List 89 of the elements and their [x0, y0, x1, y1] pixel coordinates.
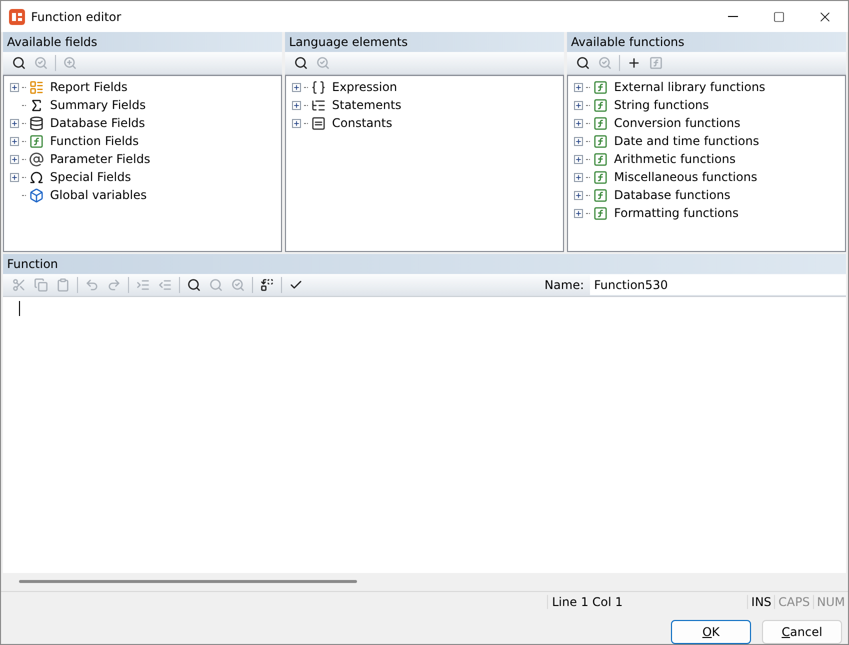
key-indicator: INS	[747, 595, 774, 609]
function-icon	[649, 56, 663, 70]
expand-icon[interactable]	[574, 82, 583, 92]
window-title: Function editor	[31, 10, 122, 24]
braces-icon	[311, 80, 326, 94]
tree-item[interactable]: Arithmetic functions	[614, 152, 736, 166]
panel-header: Available fields	[3, 32, 282, 52]
tree-item[interactable]: Formatting functions	[614, 206, 739, 220]
function-icon	[593, 152, 608, 166]
expand-icon[interactable]	[574, 100, 583, 110]
expand-icon[interactable]	[292, 118, 301, 128]
function-icon	[593, 98, 608, 112]
expand-icon[interactable]	[10, 118, 19, 128]
expand-icon[interactable]	[574, 172, 583, 182]
omega-icon	[29, 170, 44, 184]
dialog-button[interactable]: OK	[671, 620, 751, 644]
database-icon	[29, 116, 44, 130]
tree-item[interactable]: Function Fields	[50, 134, 139, 148]
function-icon	[593, 206, 608, 220]
statements-icon	[311, 98, 326, 112]
tree-item[interactable]: String functions	[614, 98, 709, 112]
panel-header: Language elements	[285, 32, 564, 52]
indent-icon	[136, 278, 150, 292]
tree-item[interactable]: External library functions	[614, 80, 766, 94]
panel-header: Available functions	[567, 32, 846, 52]
replace-icon	[260, 278, 274, 292]
search-icon	[12, 56, 26, 70]
app-logo-icon	[9, 8, 25, 24]
expand-icon[interactable]	[10, 136, 19, 146]
scrollbar-thumb[interactable]	[19, 580, 357, 582]
maximize-icon	[773, 10, 785, 22]
expand-icon[interactable]	[10, 154, 19, 164]
search-next-icon	[316, 56, 330, 70]
copy-icon	[34, 278, 48, 292]
equals-icon	[311, 116, 326, 130]
tree-item[interactable]: Report Fields	[50, 80, 128, 94]
expand-icon[interactable]	[10, 172, 19, 182]
tree-item[interactable]: Constants	[332, 116, 392, 130]
tree-item[interactable]: Miscellaneous functions	[614, 170, 758, 184]
minimize-icon	[728, 16, 738, 17]
tree-item[interactable]: Special Fields	[50, 170, 131, 184]
at-sign-icon	[29, 152, 44, 166]
key-indicator: CAPS	[774, 595, 813, 609]
key-indicator: NUM	[812, 595, 848, 609]
undo-icon	[85, 278, 99, 292]
tree-item[interactable]: Global variables	[50, 188, 147, 202]
function-icon	[593, 134, 608, 148]
list-icon	[29, 80, 44, 94]
expand-icon[interactable]	[292, 100, 301, 110]
cursor-position: Line 1 Col 1	[547, 595, 748, 609]
tree-item[interactable]: Summary Fields	[50, 98, 146, 112]
search-next-icon	[598, 56, 612, 70]
tree-item[interactable]: Date and time functions	[614, 134, 760, 148]
expand-icon[interactable]	[574, 190, 583, 200]
search-icon	[576, 56, 590, 70]
cut-icon	[12, 278, 26, 292]
expand-icon[interactable]	[574, 154, 583, 164]
add-icon	[627, 56, 641, 70]
function-icon	[593, 80, 608, 94]
cube-icon	[29, 188, 44, 202]
name-field[interactable]: Function530	[590, 275, 846, 295]
tree-item[interactable]: Conversion functions	[614, 116, 740, 130]
search-next-icon	[34, 56, 48, 70]
expand-icon[interactable]	[574, 136, 583, 146]
dialog-button[interactable]: Cancel	[762, 620, 842, 644]
tree-item[interactable]: Database Fields	[50, 116, 146, 130]
sigma-icon	[29, 98, 44, 112]
tree-item[interactable]: Database functions	[614, 188, 730, 202]
expand-icon[interactable]	[292, 82, 301, 92]
tree-item[interactable]: Statements	[332, 98, 402, 112]
function-icon	[593, 188, 608, 202]
search-icon	[187, 278, 201, 292]
expand-icon[interactable]	[10, 82, 19, 92]
name-label: Name:	[544, 278, 584, 292]
search-icon	[294, 56, 308, 70]
function-icon	[593, 170, 608, 184]
expand-icon[interactable]	[574, 118, 583, 128]
paste-icon	[56, 278, 70, 292]
outdent-icon	[158, 278, 172, 292]
tree-item[interactable]: Parameter Fields	[50, 152, 150, 166]
redo-icon	[107, 278, 121, 292]
search-previous-icon	[209, 278, 223, 292]
expand-icon[interactable]	[574, 208, 583, 218]
function-icon	[593, 116, 608, 130]
panel-header: Function	[3, 254, 846, 274]
zoom-icon	[63, 56, 77, 70]
search-next-icon	[231, 278, 245, 292]
tree-item[interactable]: Expression	[332, 80, 398, 94]
function-icon	[29, 134, 44, 148]
